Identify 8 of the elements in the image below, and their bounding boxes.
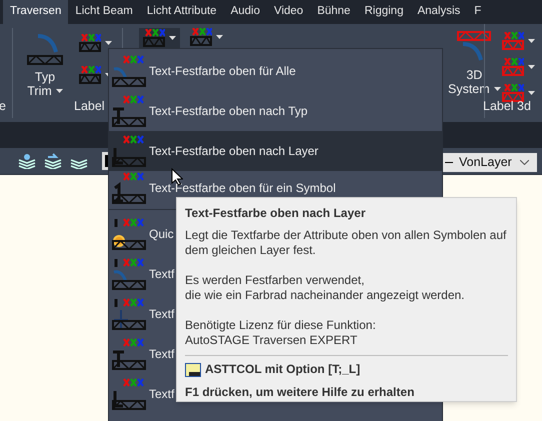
group-label: Label 3d — [483, 98, 531, 116]
help-hint: F1 drücken, um weitere Hilfe zu erhalten — [185, 385, 416, 400]
group-label: Label — [74, 98, 105, 116]
tooltip-text: Legt die Textfarbe der Attribute oben von allen Symbolen auf dem gleichen Layer fest. — [185, 228, 508, 258]
tooltip-text: Benötigte Lizenz für diese Funktion: AutoSTAGE Traversen EXPERT — [185, 318, 377, 348]
tooltip-text: Es werden Festfarben verwendet, die wie ein Farbrad nacheinander angezeigt werden. — [185, 273, 466, 303]
tooltip-title: Text-Festfarbe oben nach Layer — [185, 206, 366, 221]
command-text: ASTTCOL mit Option [T;_L] — [205, 362, 360, 377]
